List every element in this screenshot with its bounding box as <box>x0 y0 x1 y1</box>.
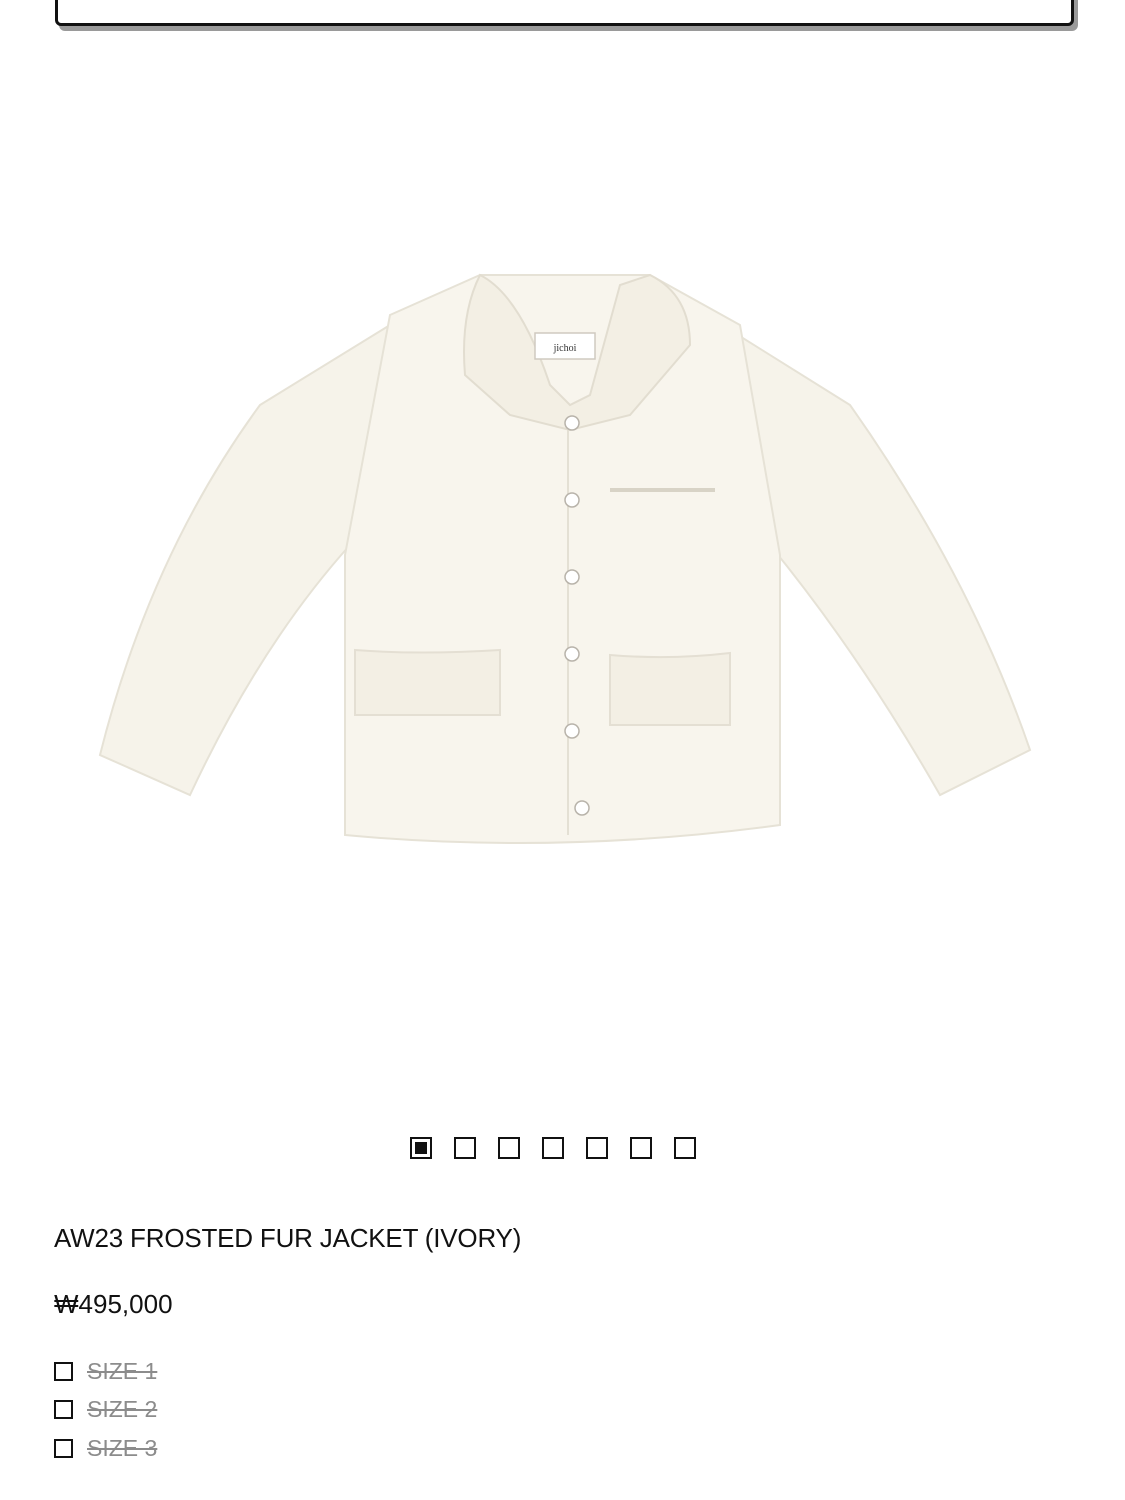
jacket-body <box>344 274 781 844</box>
size-checkbox[interactable] <box>54 1400 73 1420</box>
product-title: AW23 FROSTED FUR JACKET (IVORY) <box>54 1223 522 1253</box>
size-label: SIZE 3 <box>87 1434 158 1461</box>
svg-text:jichoi: jichoi <box>553 343 577 354</box>
gallery-dot-6[interactable] <box>630 1137 652 1159</box>
size-options: SIZE 1 SIZE 2 SIZE 3 <box>54 1352 157 1468</box>
product-price: ₩495,000 <box>54 1289 173 1319</box>
product-image: jichoi <box>98 273 1032 844</box>
left-pocket <box>354 648 501 716</box>
gallery-pagination <box>410 1137 696 1159</box>
size-checkbox[interactable] <box>54 1438 73 1458</box>
right-pocket <box>609 651 731 726</box>
top-search-bar[interactable] <box>55 0 1074 26</box>
size-option-2[interactable]: SIZE 2 <box>54 1391 157 1430</box>
size-option-1[interactable]: SIZE 1 <box>54 1352 157 1391</box>
gallery-dot-2[interactable] <box>454 1137 476 1159</box>
gallery-dot-4[interactable] <box>542 1137 564 1159</box>
gallery-dot-1[interactable] <box>410 1137 432 1159</box>
size-label: SIZE 2 <box>87 1396 158 1423</box>
size-label: SIZE 1 <box>87 1357 158 1384</box>
gallery-dot-3[interactable] <box>498 1137 520 1159</box>
gallery-dot-5[interactable] <box>586 1137 608 1159</box>
gallery-dot-7[interactable] <box>674 1137 696 1159</box>
size-option-3[interactable]: SIZE 3 <box>54 1429 157 1468</box>
size-checkbox[interactable] <box>54 1361 73 1381</box>
